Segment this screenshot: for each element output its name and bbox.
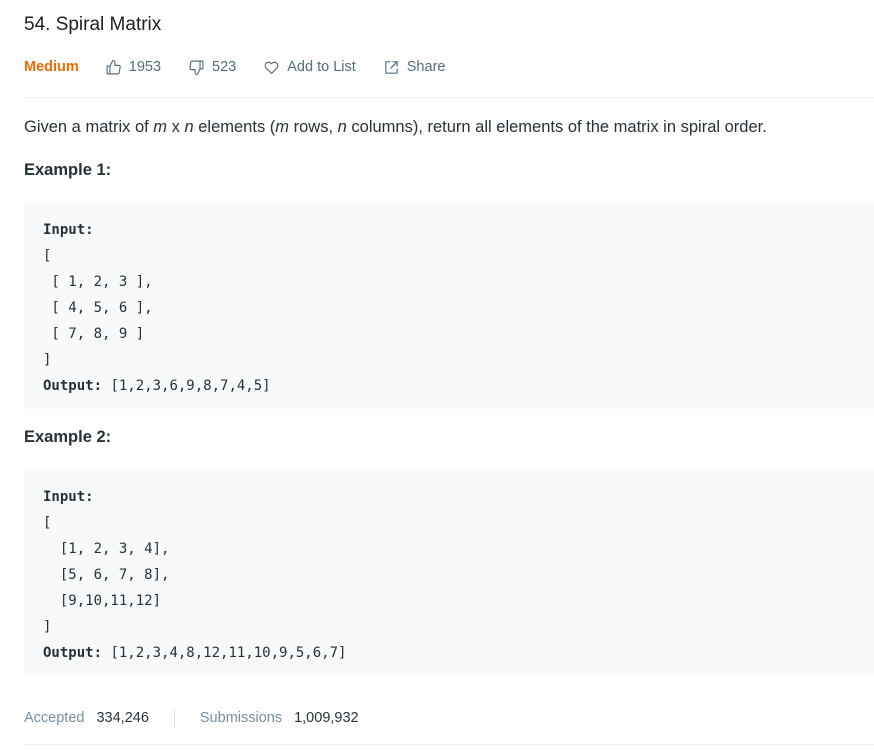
input-matrix: [ [1, 2, 3, 4], [5, 6, 7, 8], [9,10,11,1… — [43, 515, 170, 635]
input-label: Input: — [43, 222, 94, 238]
description-var-n: n — [337, 118, 347, 136]
example-2-code-block: Input: [ [1, 2, 3, 4], [5, 6, 7, 8], [9,… — [24, 469, 874, 676]
description-text: columns), return all elements of the mat… — [346, 118, 767, 136]
submission-stats: Accepted 334,246 Submissions 1,009,932 — [24, 709, 359, 727]
output-label: Output: — [43, 645, 103, 661]
thumbs-up-icon — [106, 59, 121, 74]
accepted-value: 334,246 — [96, 710, 149, 726]
output-label: Output: — [43, 378, 103, 394]
footer-divider — [24, 744, 874, 745]
input-matrix: [ [ 1, 2, 3 ], [ 4, 5, 6 ], [ 7, 8, 9 ] … — [43, 248, 153, 368]
description-var-n: n — [184, 118, 194, 136]
description-text: x — [167, 118, 185, 136]
description-text: Given a matrix of — [24, 118, 154, 136]
example-2-heading: Example 2: — [24, 428, 112, 446]
description-text: rows, — [289, 118, 338, 136]
description-var-m: m — [275, 118, 290, 136]
output-value: [1,2,3,4,8,12,11,10,9,5,6,7] — [102, 645, 347, 661]
header-divider — [24, 97, 874, 98]
difficulty-badge: Medium — [24, 59, 79, 75]
description-var-m: m — [153, 118, 168, 136]
stats-separator — [173, 709, 175, 727]
add-to-list-label: Add to List — [287, 59, 356, 75]
like-button[interactable]: 1953 — [105, 59, 161, 76]
example-1-code-block: Input: [ [ 1, 2, 3 ], [ 4, 5, 6 ], [ 7, … — [24, 202, 874, 409]
problem-description: Given a matrix of m x n elements (m rows… — [24, 118, 767, 137]
problem-title: 54. Spiral Matrix — [24, 14, 162, 35]
submissions-label: Submissions — [199, 710, 283, 726]
dislike-button[interactable]: 523 — [188, 59, 236, 76]
share-icon — [385, 60, 398, 74]
output-value: [1,2,3,6,9,8,7,4,5] — [102, 378, 271, 394]
share-label: Share — [406, 59, 446, 75]
problem-meta-bar: Medium 1953 523 Add to List Share — [24, 57, 472, 77]
like-count: 1953 — [128, 59, 162, 75]
accepted-label: Accepted — [24, 710, 85, 726]
example-1-heading: Example 1: — [24, 161, 112, 179]
description-text: elements ( — [193, 118, 276, 136]
dislike-count: 523 — [212, 59, 237, 75]
heart-icon — [264, 61, 279, 74]
add-to-list-button[interactable]: Add to List — [263, 59, 356, 76]
problem-page: 54. Spiral Matrix Medium 1953 523 Add to… — [0, 0, 874, 750]
share-button[interactable]: Share — [383, 59, 446, 76]
input-label: Input: — [43, 489, 94, 505]
thumbs-down-icon — [189, 60, 204, 75]
submissions-value: 1,009,932 — [294, 710, 359, 726]
